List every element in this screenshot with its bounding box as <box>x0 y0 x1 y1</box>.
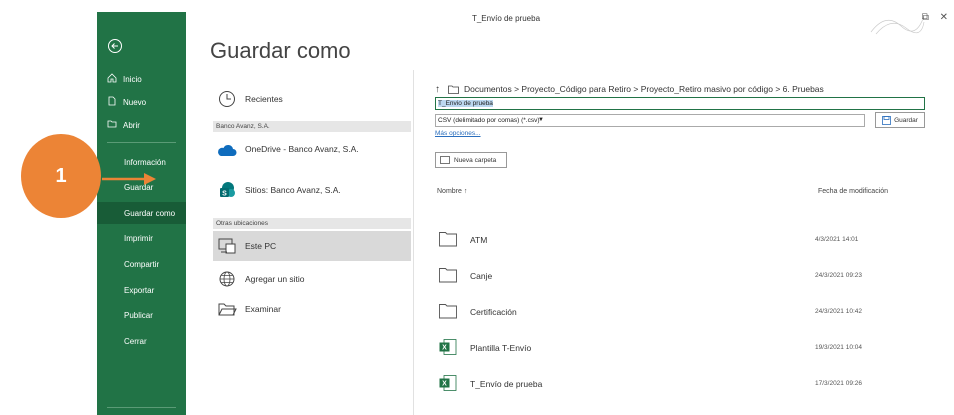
location-browse[interactable]: Examinar <box>213 296 411 322</box>
sharepoint-icon: S <box>220 182 235 198</box>
folder-icon <box>439 304 457 319</box>
window-controls: ⧉ ✕ <box>922 12 948 23</box>
step-badge: 1 <box>21 134 101 218</box>
decorative-pattern-icon <box>870 15 925 35</box>
file-row[interactable]: Canje 24/3/2021 09:23 <box>435 262 935 290</box>
page-title: Guardar como <box>210 38 351 63</box>
file-date: 24/3/2021 10:42 <box>815 308 862 315</box>
file-name: T_Envío de prueba <box>470 379 543 389</box>
clock-icon <box>219 91 235 107</box>
folder-icon <box>448 85 459 94</box>
folder-icon <box>440 156 450 164</box>
breadcrumb-path[interactable]: Documentos > Proyecto_Código para Retiro… <box>464 84 824 94</box>
folder-open-icon <box>218 303 237 316</box>
new-folder-button[interactable]: Nueva carpeta <box>435 152 507 168</box>
location-label: OneDrive - Banco Avanz, S.A. <box>245 144 359 154</box>
file-name: Plantilla T-Envío <box>470 343 532 353</box>
sidebar-item-label: Cerrar <box>124 336 147 346</box>
chevron-down-icon: ▼ <box>538 117 544 123</box>
location-group-header: Otras ubicaciones <box>213 218 411 229</box>
sidebar-item-abrir[interactable]: Abrir <box>97 114 186 136</box>
location-label: Examinar <box>245 304 281 314</box>
save-button[interactable]: Guardar <box>875 112 925 128</box>
location-label: Sitios: Banco Avanz, S.A. <box>245 185 341 195</box>
file-type-select[interactable]: CSV (delimitado por comas) (*.csv) ▼ <box>435 114 865 127</box>
back-arrow-icon[interactable] <box>107 38 123 54</box>
window-title: T_Envío de prueba <box>471 14 541 23</box>
folder-icon <box>439 232 457 247</box>
file-name: Certificación <box>470 307 517 317</box>
sidebar-item-label: Inicio <box>123 74 142 84</box>
svg-text:X: X <box>442 381 447 388</box>
location-label: Recientes <box>245 94 283 104</box>
location-sites[interactable]: S Sitios: Banco Avanz, S.A. <box>213 177 411 203</box>
sidebar-item-label: Nuevo <box>123 97 147 107</box>
more-options-link[interactable]: Más opciones... <box>435 130 481 137</box>
sidebar-item-label: Imprimir <box>124 233 153 243</box>
sidebar-item-imprimir[interactable]: Imprimir <box>97 227 186 249</box>
file-date: 4/3/2021 14:01 <box>815 236 859 243</box>
breadcrumb: ↑ Documentos > Proyecto_Código para Reti… <box>435 82 824 96</box>
arrow-right-icon <box>102 173 156 185</box>
svg-text:S: S <box>222 191 227 198</box>
location-this-pc[interactable]: Este PC <box>213 231 411 261</box>
file-row[interactable]: X T_Envío de prueba 17/3/2021 09:26 <box>435 370 935 398</box>
folder-icon <box>439 268 457 283</box>
sidebar-item-label: Guardar como <box>124 208 176 218</box>
file-row[interactable]: X Plantilla T-Envío 19/3/2021 10:04 <box>435 334 935 362</box>
sidebar-item-label: Información <box>124 157 166 167</box>
sidebar-item-label: Exportar <box>124 285 155 295</box>
file-row[interactable]: ATM 4/3/2021 14:01 <box>435 226 935 254</box>
location-recent[interactable]: Recientes <box>213 86 411 112</box>
computer-icon <box>218 238 236 254</box>
sidebar-item-guardar-como[interactable]: Guardar como <box>97 202 186 224</box>
sidebar-item-exportar[interactable]: Exportar <box>97 279 186 301</box>
file-row[interactable]: Certificación 24/3/2021 10:42 <box>435 298 935 326</box>
sidebar-item-compartir[interactable]: Compartir <box>97 253 186 275</box>
open-folder-icon <box>107 120 117 128</box>
column-header-name[interactable]: Nombre ↑ <box>437 188 467 195</box>
location-add-site[interactable]: Agregar un sitio <box>213 266 411 292</box>
file-name-value: T_Envio de prueba <box>438 100 493 107</box>
file-name-input[interactable]: T_Envio de prueba <box>435 97 925 110</box>
onedrive-cloud-icon <box>218 144 237 156</box>
step-number: 1 <box>55 164 67 187</box>
restore-icon[interactable]: ⧉ <box>922 12 929 23</box>
file-name: ATM <box>470 235 488 245</box>
sidebar-divider <box>107 142 176 143</box>
location-label: Agregar un sitio <box>245 274 305 284</box>
save-as-panel: T_Envío de prueba ⧉ ✕ Guardar como Recie… <box>186 12 954 415</box>
svg-text:X: X <box>442 345 447 352</box>
location-onedrive[interactable]: OneDrive - Banco Avanz, S.A. <box>213 138 411 164</box>
sidebar-item-inicio[interactable]: Inicio <box>97 68 186 90</box>
sidebar-item-nuevo[interactable]: Nuevo <box>97 91 186 113</box>
file-date: 19/3/2021 10:04 <box>815 344 862 351</box>
sidebar-item-informacion[interactable]: Información <box>97 151 186 173</box>
excel-file-icon: X <box>439 339 457 355</box>
sidebar-item-label: Publicar <box>124 310 153 320</box>
column-header-date[interactable]: Fecha de modificación <box>818 188 888 195</box>
file-name: Canje <box>470 271 493 281</box>
up-arrow-icon[interactable]: ↑ <box>435 84 440 95</box>
file-date: 24/3/2021 09:23 <box>815 272 862 279</box>
sidebar-item-publicar[interactable]: Publicar <box>97 304 186 326</box>
new-document-icon <box>108 96 116 106</box>
sidebar-item-label: Compartir <box>124 259 160 269</box>
new-folder-label: Nueva carpeta <box>454 156 497 164</box>
panel-divider <box>413 70 414 415</box>
location-group-header: Banco Avanz, S.A. <box>213 121 411 132</box>
file-type-value: CSV (delimitado por comas) (*.csv) <box>438 117 540 124</box>
globe-icon <box>219 271 235 287</box>
close-icon[interactable]: ✕ <box>940 12 948 23</box>
home-icon <box>107 73 117 83</box>
location-label: Este PC <box>245 241 277 251</box>
sidebar-item-cerrar[interactable]: Cerrar <box>97 330 186 352</box>
save-disk-icon <box>882 115 891 125</box>
file-date: 17/3/2021 09:26 <box>815 380 862 387</box>
backstage-sidebar: Inicio Nuevo Abrir Información Guardar G… <box>97 12 186 415</box>
sidebar-divider <box>107 407 176 408</box>
sidebar-item-label: Abrir <box>123 120 140 130</box>
excel-file-icon: X <box>439 375 457 391</box>
save-label: Guardar <box>894 116 918 124</box>
